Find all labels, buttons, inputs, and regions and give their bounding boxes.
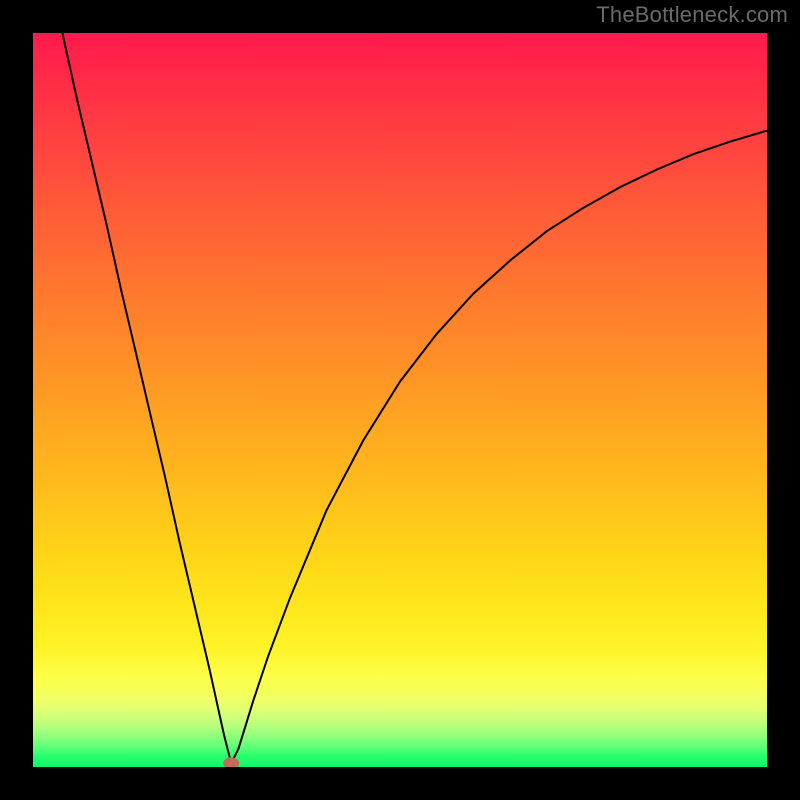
minimum-marker [223, 757, 239, 767]
chart-canvas: TheBottleneck.com [0, 0, 800, 800]
curve-svg [33, 33, 767, 767]
plot-area [33, 33, 767, 767]
bottleneck-curve [62, 33, 767, 763]
attribution-text: TheBottleneck.com [596, 2, 788, 28]
